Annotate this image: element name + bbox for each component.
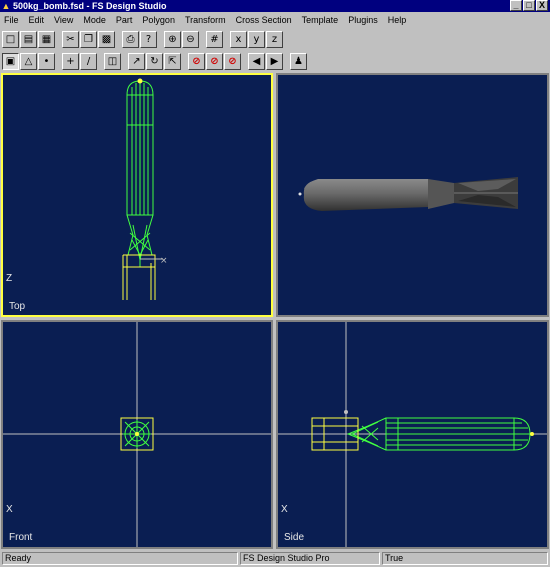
svg-text:×: × bbox=[160, 256, 168, 266]
app-icon: ▲ bbox=[1, 1, 11, 11]
select-part-icon[interactable]: △ bbox=[20, 52, 37, 70]
window-title: 500kg_bomb.fsd - FS Design Studio bbox=[13, 1, 167, 11]
axis-x-icon[interactable]: x bbox=[230, 30, 247, 48]
menu-cross-section[interactable]: Cross Section bbox=[236, 15, 292, 25]
status-flag: True bbox=[382, 552, 548, 565]
menu-bar: File Edit View Mode Part Polygon Transfo… bbox=[0, 13, 550, 27]
axis-y-icon[interactable]: y bbox=[248, 30, 265, 48]
main-toolbar: □ ▤ ▦ ✂ ❐ ▩ ⎙ ? ⊕ ⊖ # x y z bbox=[2, 29, 283, 49]
side-viewport[interactable]: X Side bbox=[276, 320, 549, 549]
new-file-icon[interactable]: □ bbox=[2, 30, 19, 48]
select-point-icon[interactable]: • bbox=[38, 52, 55, 70]
menu-transform[interactable]: Transform bbox=[185, 15, 226, 25]
status-product: FS Design Studio Pro bbox=[240, 552, 380, 565]
rotate-y-icon[interactable]: ⊘ bbox=[206, 52, 223, 70]
rotate-icon[interactable]: ↻ bbox=[146, 52, 163, 70]
rotate-z-icon[interactable]: ⊘ bbox=[224, 52, 241, 70]
front-view-axis-label: X bbox=[6, 504, 13, 515]
walk-icon[interactable]: ♟ bbox=[290, 52, 307, 70]
select-icon[interactable]: ▣ bbox=[2, 52, 19, 70]
menu-file[interactable]: File bbox=[4, 15, 19, 25]
add-point-icon[interactable]: + bbox=[62, 52, 79, 70]
paste-icon[interactable]: ▩ bbox=[98, 30, 115, 48]
menu-part[interactable]: Part bbox=[116, 15, 133, 25]
side-view-label: Side bbox=[284, 532, 305, 543]
front-view-label: Front bbox=[9, 532, 33, 543]
minimize-button[interactable]: _ bbox=[510, 0, 522, 11]
print-icon[interactable]: ⎙ bbox=[122, 30, 139, 48]
title-bar: ▲ 500kg_bomb.fsd - FS Design Studio _ □ … bbox=[0, 0, 550, 12]
top-view-wireframe: × bbox=[122, 78, 168, 300]
maximize-button[interactable]: □ bbox=[523, 0, 535, 11]
grid-icon[interactable]: # bbox=[206, 30, 223, 48]
top-view-axis-label: Z bbox=[6, 273, 13, 284]
top-viewport[interactable]: × Z Top bbox=[1, 73, 273, 317]
scale-icon[interactable]: ⇱ bbox=[164, 52, 181, 70]
top-view-label: Top bbox=[9, 301, 26, 312]
save-icon[interactable]: ▦ bbox=[38, 30, 55, 48]
add-line-icon[interactable]: / bbox=[80, 52, 97, 70]
menu-edit[interactable]: Edit bbox=[29, 15, 45, 25]
mirror-icon[interactable]: ◫ bbox=[104, 52, 121, 70]
rotate-x-icon[interactable]: ⊘ bbox=[188, 52, 205, 70]
workspace: × Z Top X Front X Side bbox=[0, 72, 550, 550]
copy-icon[interactable]: ❐ bbox=[80, 30, 97, 48]
menu-polygon[interactable]: Polygon bbox=[142, 15, 175, 25]
menu-help[interactable]: Help bbox=[388, 15, 407, 25]
front-view-wireframe bbox=[3, 322, 271, 547]
open-folder-icon[interactable]: ▤ bbox=[20, 30, 37, 48]
close-button[interactable]: X bbox=[536, 0, 548, 11]
front-viewport[interactable]: X Front bbox=[1, 320, 273, 549]
previous-icon[interactable]: ◀ bbox=[248, 52, 265, 70]
edit-toolbar: ▣ △ • + / ◫ ↗ ↻ ⇱ ⊘ ⊘ ⊘ ◀ ▶ ♟ bbox=[2, 51, 307, 71]
cut-icon[interactable]: ✂ bbox=[62, 30, 79, 48]
status-bar: Ready FS Design Studio Pro True bbox=[0, 551, 550, 567]
menu-template[interactable]: Template bbox=[302, 15, 339, 25]
status-text: Ready bbox=[2, 552, 238, 565]
menu-plugins[interactable]: Plugins bbox=[348, 15, 378, 25]
perspective-viewport[interactable] bbox=[276, 73, 549, 317]
side-view-axis-label: X bbox=[281, 504, 288, 515]
help-icon[interactable]: ? bbox=[140, 30, 157, 48]
axis-z-icon[interactable]: z bbox=[266, 30, 283, 48]
move-icon[interactable]: ↗ bbox=[128, 52, 145, 70]
zoom-in-icon[interactable]: ⊕ bbox=[164, 30, 181, 48]
menu-view[interactable]: View bbox=[54, 15, 73, 25]
perspective-bomb-render bbox=[298, 177, 518, 211]
menu-mode[interactable]: Mode bbox=[83, 15, 106, 25]
side-view-wireframe bbox=[278, 322, 547, 547]
zoom-out-icon[interactable]: ⊖ bbox=[182, 30, 199, 48]
next-icon[interactable]: ▶ bbox=[266, 52, 283, 70]
